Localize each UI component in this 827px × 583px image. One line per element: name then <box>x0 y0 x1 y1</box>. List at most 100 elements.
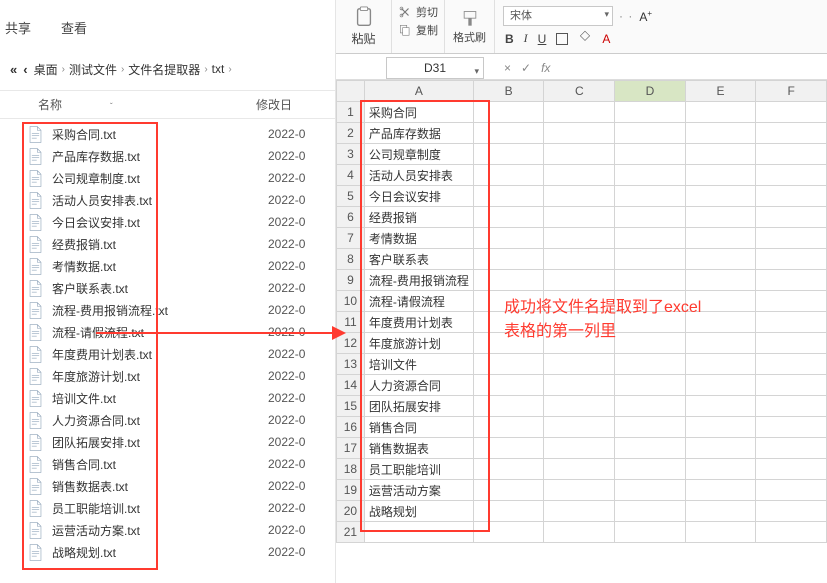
cell-B2[interactable] <box>473 123 544 144</box>
cell-E20[interactable] <box>685 501 756 522</box>
cell-B20[interactable] <box>473 501 544 522</box>
cell-F11[interactable] <box>756 312 827 333</box>
crumb-0[interactable]: 桌面 <box>34 61 58 78</box>
cell-A4[interactable]: 活动人员安排表 <box>364 165 473 186</box>
file-row[interactable]: 考情数据.txt2022-0 <box>8 255 335 277</box>
row-header[interactable]: 11 <box>337 312 365 333</box>
cell-A16[interactable]: 销售合同 <box>364 417 473 438</box>
row-header[interactable]: 17 <box>337 438 365 459</box>
col-header-F[interactable]: F <box>756 81 827 102</box>
row-header[interactable]: 14 <box>337 375 365 396</box>
cell-B15[interactable] <box>473 396 544 417</box>
fx-label[interactable]: fx <box>541 61 550 75</box>
cell-D5[interactable] <box>615 186 686 207</box>
file-row[interactable]: 年度费用计划表.txt2022-0 <box>8 343 335 365</box>
row-header[interactable]: 8 <box>337 249 365 270</box>
row-header[interactable]: 4 <box>337 165 365 186</box>
cell-F9[interactable] <box>756 270 827 291</box>
row-header[interactable]: 16 <box>337 417 365 438</box>
cell-C3[interactable] <box>544 144 615 165</box>
cell-C9[interactable] <box>544 270 615 291</box>
cell-E6[interactable] <box>685 207 756 228</box>
cell-F3[interactable] <box>756 144 827 165</box>
cell-D15[interactable] <box>615 396 686 417</box>
file-row[interactable]: 采购合同.txt2022-0 <box>8 123 335 145</box>
paste-group[interactable]: 粘贴 <box>336 0 392 53</box>
column-header-row[interactable]: 名称ˇ 修改日 <box>0 90 335 119</box>
name-box[interactable]: D31 <box>386 57 484 79</box>
row-header[interactable]: 12 <box>337 333 365 354</box>
row-header[interactable]: 21 <box>337 522 365 543</box>
cell-E10[interactable] <box>685 291 756 312</box>
cell-F19[interactable] <box>756 480 827 501</box>
cell-E4[interactable] <box>685 165 756 186</box>
cell-F20[interactable] <box>756 501 827 522</box>
menu-view[interactable]: 查看 <box>61 18 87 37</box>
confirm-icon[interactable]: ✓ <box>521 61 531 75</box>
cell-B16[interactable] <box>473 417 544 438</box>
cell-E19[interactable] <box>685 480 756 501</box>
cell-B17[interactable] <box>473 438 544 459</box>
col-header-D[interactable]: D <box>615 81 686 102</box>
cell-A12[interactable]: 年度旅游计划 <box>364 333 473 354</box>
col-header-name[interactable]: 名称ˇ <box>10 96 256 113</box>
cell-E14[interactable] <box>685 375 756 396</box>
cell-E9[interactable] <box>685 270 756 291</box>
row-header[interactable]: 13 <box>337 354 365 375</box>
cell-D9[interactable] <box>615 270 686 291</box>
cell-E15[interactable] <box>685 396 756 417</box>
cell-E5[interactable] <box>685 186 756 207</box>
cell-E12[interactable] <box>685 333 756 354</box>
cell-A9[interactable]: 流程-费用报销流程 <box>364 270 473 291</box>
row-header[interactable]: 2 <box>337 123 365 144</box>
breadcrumb[interactable]: « ‹ 桌面› 测试文件› 文件名提取器› txt› <box>4 54 331 84</box>
cell-E7[interactable] <box>685 228 756 249</box>
cell-E17[interactable] <box>685 438 756 459</box>
cell-A15[interactable]: 团队拓展安排 <box>364 396 473 417</box>
crumb-3[interactable]: txt <box>212 62 225 76</box>
file-row[interactable]: 年度旅游计划.txt2022-0 <box>8 365 335 387</box>
cell-A8[interactable]: 客户联系表 <box>364 249 473 270</box>
cell-F8[interactable] <box>756 249 827 270</box>
col-header-date[interactable]: 修改日 <box>256 96 325 113</box>
italic-button[interactable]: I <box>524 31 528 46</box>
cell-F14[interactable] <box>756 375 827 396</box>
cell-B6[interactable] <box>473 207 544 228</box>
row-header[interactable]: 1 <box>337 102 365 123</box>
cell-A6[interactable]: 经费报销 <box>364 207 473 228</box>
cell-F12[interactable] <box>756 333 827 354</box>
row-header[interactable]: 3 <box>337 144 365 165</box>
cell-B14[interactable] <box>473 375 544 396</box>
menu-share[interactable]: 共享 <box>5 18 31 37</box>
cell-C14[interactable] <box>544 375 615 396</box>
cell-F18[interactable] <box>756 459 827 480</box>
cell-F13[interactable] <box>756 354 827 375</box>
nav-fwd-icon[interactable]: ‹ <box>23 62 27 77</box>
cell-C18[interactable] <box>544 459 615 480</box>
file-row[interactable]: 运营活动方案.txt2022-0 <box>8 519 335 541</box>
cell-A14[interactable]: 人力资源合同 <box>364 375 473 396</box>
row-header[interactable]: 9 <box>337 270 365 291</box>
file-row[interactable]: 活动人员安排表.txt2022-0 <box>8 189 335 211</box>
cell-F7[interactable] <box>756 228 827 249</box>
cell-C13[interactable] <box>544 354 615 375</box>
cell-C20[interactable] <box>544 501 615 522</box>
cell-A19[interactable]: 运营活动方案 <box>364 480 473 501</box>
file-row[interactable]: 团队拓展安排.txt2022-0 <box>8 431 335 453</box>
cell-D17[interactable] <box>615 438 686 459</box>
cell-F6[interactable] <box>756 207 827 228</box>
row-header[interactable]: 10 <box>337 291 365 312</box>
cell-D20[interactable] <box>615 501 686 522</box>
row-header[interactable]: 6 <box>337 207 365 228</box>
cell-D4[interactable] <box>615 165 686 186</box>
cancel-icon[interactable]: × <box>504 61 511 75</box>
cell-C19[interactable] <box>544 480 615 501</box>
cell-B12[interactable] <box>473 333 544 354</box>
select-all-corner[interactable] <box>337 81 365 102</box>
cell-A21[interactable] <box>364 522 473 543</box>
cell-B11[interactable] <box>473 312 544 333</box>
cell-C2[interactable] <box>544 123 615 144</box>
file-row[interactable]: 员工职能培训.txt2022-0 <box>8 497 335 519</box>
cell-D8[interactable] <box>615 249 686 270</box>
font-color-button[interactable]: A <box>602 32 610 46</box>
